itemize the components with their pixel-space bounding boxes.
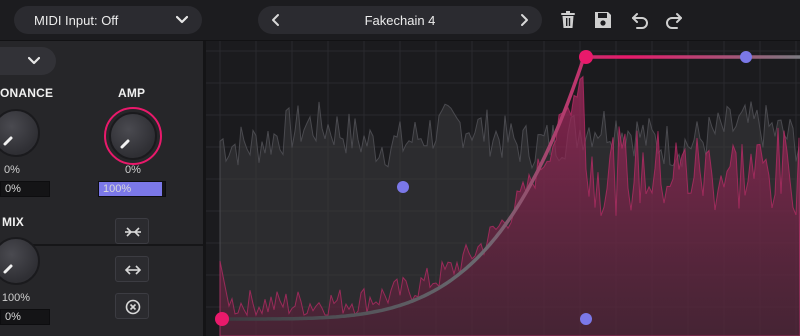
midi-input-label: MIDI Input: Off — [34, 13, 119, 28]
mix-percent: 100% — [1, 292, 31, 304]
chevron-down-icon — [28, 56, 40, 65]
expand-button[interactable] — [115, 256, 149, 282]
chevron-left-icon[interactable] — [268, 12, 284, 28]
curve-start-handle — [215, 312, 229, 326]
reset-button[interactable] — [115, 293, 149, 319]
mix-knob[interactable] — [0, 237, 40, 285]
trash-icon[interactable] — [558, 10, 578, 30]
expand-arrows-icon — [124, 265, 142, 275]
save-icon[interactable] — [593, 10, 613, 30]
amp-value-field[interactable]: 100% — [98, 181, 166, 197]
amp-label: AMP — [118, 86, 146, 100]
mix-label: MIX — [2, 215, 24, 229]
cutoff-handle — [579, 50, 593, 64]
mix-value-field[interactable]: 0% — [0, 309, 50, 325]
resonance-value-field[interactable]: 0% — [0, 181, 50, 197]
knob-pointer-icon — [3, 136, 13, 146]
filter-graph-canvas[interactable] — [206, 41, 800, 336]
resonance-percent: 0% — [4, 164, 20, 176]
compress-button[interactable] — [115, 218, 149, 244]
preset-selector: Fakechain 4 — [258, 6, 542, 34]
close-circle-icon — [125, 299, 141, 315]
amp-percent: 0% — [125, 164, 141, 176]
curve-tension-handle — [397, 181, 409, 193]
cutoff-bottom-handle — [580, 313, 592, 325]
redo-icon[interactable] — [664, 10, 684, 30]
top-bar: MIDI Input: Off Fakechain 4 — [0, 0, 800, 41]
amp-knob[interactable] — [109, 112, 157, 160]
resonance-value: 0% — [5, 183, 21, 195]
amp-value: 100% — [103, 183, 132, 195]
knob-pointer-icon — [120, 139, 130, 149]
mix-value: 0% — [5, 311, 21, 323]
midi-input-dropdown[interactable]: MIDI Input: Off — [14, 6, 202, 34]
undo-icon[interactable] — [630, 10, 650, 30]
left-panel: ONANCE 0% 0% AMP 0% 100% MIX 100% 0% — [0, 41, 205, 336]
filter-graph[interactable] — [206, 41, 800, 336]
preset-name[interactable]: Fakechain 4 — [298, 13, 502, 28]
curve-end-handle — [740, 51, 752, 63]
compress-icon — [125, 227, 141, 237]
chevron-down-icon — [176, 15, 188, 24]
filter-type-dropdown[interactable] — [0, 47, 56, 75]
resonance-label: ONANCE — [0, 86, 54, 100]
chevron-right-icon[interactable] — [516, 12, 532, 28]
knob-pointer-icon — [3, 264, 13, 274]
resonance-knob[interactable] — [0, 109, 40, 157]
